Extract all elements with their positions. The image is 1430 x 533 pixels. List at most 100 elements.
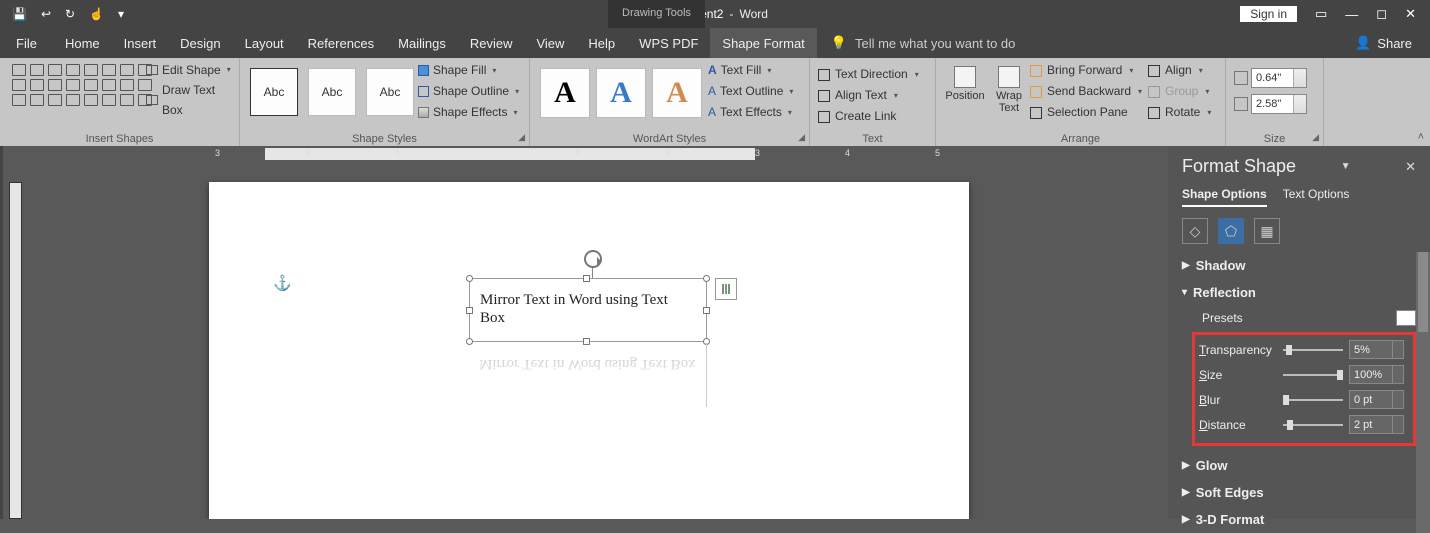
- layout-options-button[interactable]: [715, 278, 737, 300]
- tab-help[interactable]: Help: [576, 28, 627, 58]
- tab-shape-format[interactable]: Shape Format: [710, 28, 816, 58]
- tab-review[interactable]: Review: [458, 28, 525, 58]
- dialog-launcher-icon[interactable]: ◢: [798, 132, 805, 143]
- size-input[interactable]: 100%: [1349, 365, 1404, 384]
- width-input[interactable]: 2.58": [1251, 94, 1307, 114]
- align-button[interactable]: Align▾: [1148, 60, 1211, 81]
- resize-handle-nw[interactable]: [466, 275, 473, 282]
- wordart-preset-2[interactable]: A: [596, 68, 646, 118]
- wordart-preset-1[interactable]: A: [540, 68, 590, 118]
- pane-scrollbar[interactable]: [1416, 252, 1430, 533]
- text-effects-button[interactable]: AText Effects▾: [708, 102, 793, 123]
- text-box-shape[interactable]: Mirror Text in Word using Text Box: [469, 278, 707, 342]
- position-button[interactable]: Position: [944, 66, 986, 114]
- draw-text-box-button[interactable]: Draw Text Box: [146, 80, 239, 120]
- text-direction-button[interactable]: Text Direction▾: [818, 64, 927, 85]
- style-preset-3[interactable]: Abc: [366, 68, 414, 116]
- presets-swatch[interactable]: [1396, 310, 1416, 326]
- tab-view[interactable]: View: [524, 28, 576, 58]
- reflection-presets[interactable]: Presets ▼: [1182, 306, 1426, 330]
- height-control[interactable]: 0.64": [1234, 68, 1315, 88]
- redo-icon[interactable]: ↻: [65, 7, 75, 21]
- group-text: Text Direction▾ Align Text▾ Create Link …: [810, 58, 936, 146]
- size-slider[interactable]: [1283, 372, 1343, 378]
- group-size: 0.64" 2.58" Size ◢: [1226, 58, 1324, 146]
- tab-file[interactable]: File: [0, 28, 53, 58]
- shape-effects-button[interactable]: Shape Effects▾: [418, 102, 519, 123]
- tab-insert[interactable]: Insert: [112, 28, 169, 58]
- tell-me-placeholder: Tell me what you want to do: [855, 36, 1015, 51]
- maximize-icon[interactable]: ◻: [1376, 6, 1387, 22]
- group-icon: [1148, 86, 1160, 98]
- edit-shape-button[interactable]: Edit Shape▾: [146, 60, 239, 80]
- transparency-slider[interactable]: [1283, 347, 1343, 353]
- resize-handle-n[interactable]: [583, 275, 590, 282]
- tab-mailings[interactable]: Mailings: [386, 28, 458, 58]
- pane-tab-shape-options[interactable]: Shape Options: [1182, 183, 1267, 207]
- resize-handle-e[interactable]: [703, 307, 710, 314]
- tell-me-search[interactable]: 💡 Tell me what you want to do: [817, 28, 1016, 58]
- minimize-icon[interactable]: —: [1345, 7, 1358, 22]
- sign-in-button[interactable]: Sign in: [1240, 6, 1297, 22]
- selection-pane-button[interactable]: Selection Pane: [1030, 102, 1142, 123]
- pane-category-layout-icon[interactable]: ▦: [1254, 218, 1280, 244]
- share-button[interactable]: 👤 Share: [1355, 28, 1430, 58]
- distance-input[interactable]: 2 pt: [1349, 415, 1404, 434]
- resize-handle-w[interactable]: [466, 307, 473, 314]
- touch-mode-icon[interactable]: ☝: [89, 7, 104, 21]
- section-shadow[interactable]: ▶Shadow: [1182, 252, 1426, 279]
- ribbon-display-icon[interactable]: ▭: [1315, 6, 1327, 22]
- size-row: Size 100%: [1199, 362, 1409, 387]
- style-preset-2[interactable]: Abc: [308, 68, 356, 116]
- pane-tab-text-options[interactable]: Text Options: [1283, 183, 1350, 207]
- document-canvas[interactable]: ⚓ Mirror Text in Word using Text Box: [25, 162, 1168, 519]
- create-link-button[interactable]: Create Link: [818, 106, 927, 127]
- pane-category-fill-icon[interactable]: ◇: [1182, 218, 1208, 244]
- reflection-properties-highlight: Transparency 5% Size 100% Blur 0 pt Dist…: [1192, 332, 1416, 446]
- pane-category-effects-icon[interactable]: ⬠: [1218, 218, 1244, 244]
- shape-outline-button[interactable]: Shape Outline▾: [418, 81, 519, 102]
- tab-home[interactable]: Home: [53, 28, 112, 58]
- chevron-right-icon: ▶: [1182, 487, 1190, 498]
- style-preset-1[interactable]: Abc: [250, 68, 298, 116]
- chevron-right-icon: ▶: [1182, 460, 1190, 471]
- save-icon[interactable]: 💾: [12, 7, 27, 21]
- wordart-preset-3[interactable]: A: [652, 68, 702, 118]
- wrap-text-button[interactable]: Wrap Text: [988, 66, 1030, 114]
- collapse-ribbon-icon[interactable]: ˄: [1418, 131, 1424, 143]
- width-control[interactable]: 2.58": [1234, 94, 1315, 114]
- section-3d-format[interactable]: ▶3-D Format: [1182, 506, 1426, 533]
- bring-forward-button[interactable]: Bring Forward▾: [1030, 60, 1142, 81]
- resize-handle-ne[interactable]: [703, 275, 710, 282]
- align-text-button[interactable]: Align Text▾: [818, 85, 927, 106]
- qat-more-icon[interactable]: ▾: [118, 7, 124, 21]
- transparency-input[interactable]: 5%: [1349, 340, 1404, 359]
- section-soft-edges[interactable]: ▶Soft Edges: [1182, 479, 1426, 506]
- pane-close-icon[interactable]: ✕: [1405, 159, 1416, 175]
- close-icon[interactable]: ✕: [1405, 6, 1416, 22]
- shape-fill-button[interactable]: Shape Fill▾: [418, 60, 519, 81]
- tab-wps-pdf[interactable]: WPS PDF: [627, 28, 710, 58]
- send-backward-icon: [1030, 86, 1042, 98]
- contextual-tab-label: Drawing Tools: [608, 0, 705, 28]
- distance-slider[interactable]: [1283, 422, 1343, 428]
- height-input[interactable]: 0.64": [1251, 68, 1307, 88]
- pane-menu-icon[interactable]: ▼: [1341, 161, 1351, 172]
- rotate-button[interactable]: Rotate▾: [1148, 102, 1211, 123]
- tab-design[interactable]: Design: [168, 28, 232, 58]
- dialog-launcher-icon[interactable]: ◢: [1312, 132, 1319, 143]
- dialog-launcher-icon[interactable]: ◢: [518, 132, 525, 143]
- text-fill-button[interactable]: AText Fill▾: [708, 60, 793, 81]
- ribbon: Edit Shape▾ Draw Text Box Insert Shapes …: [0, 58, 1430, 146]
- section-glow[interactable]: ▶Glow: [1182, 452, 1426, 479]
- rotate-handle[interactable]: [584, 250, 602, 268]
- section-reflection[interactable]: ▾Reflection: [1182, 279, 1426, 306]
- tab-references[interactable]: References: [296, 28, 386, 58]
- blur-input[interactable]: 0 pt: [1349, 390, 1404, 409]
- tab-layout[interactable]: Layout: [233, 28, 296, 58]
- undo-icon[interactable]: ↩: [41, 7, 51, 21]
- blur-slider[interactable]: [1283, 397, 1343, 403]
- effects-icon: [418, 107, 429, 118]
- send-backward-button[interactable]: Send Backward▾: [1030, 81, 1142, 102]
- text-outline-button[interactable]: AText Outline▾: [708, 81, 793, 102]
